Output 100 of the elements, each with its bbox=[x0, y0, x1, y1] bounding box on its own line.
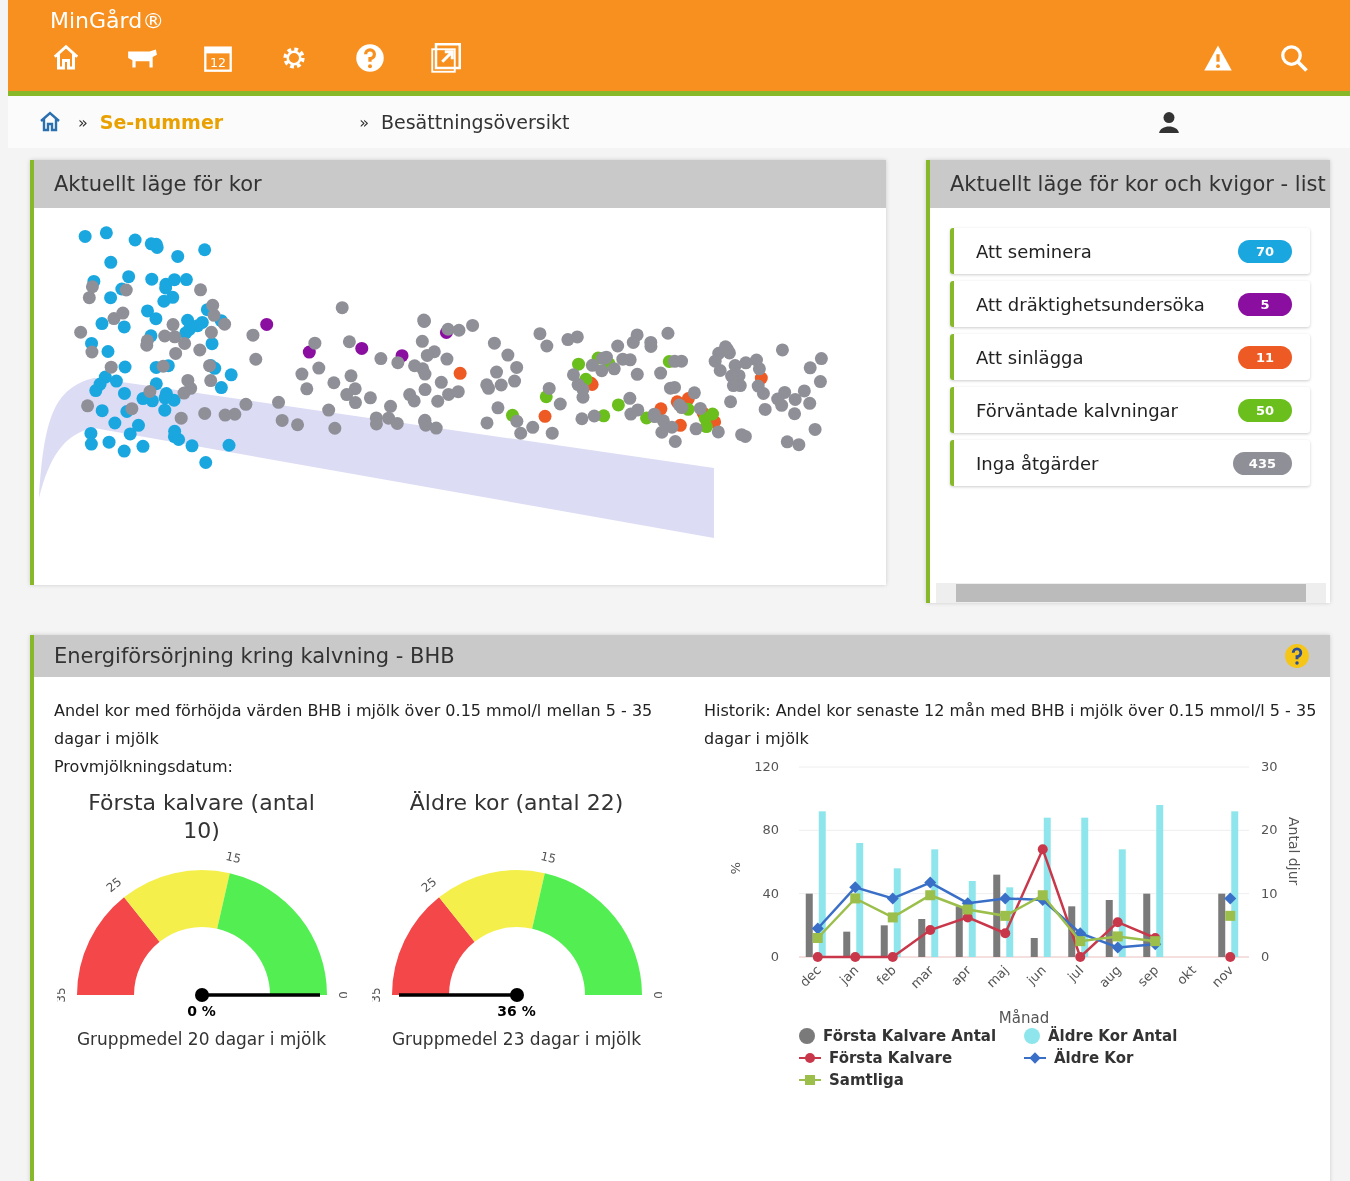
point bbox=[1075, 952, 1086, 962]
point bbox=[1037, 844, 1048, 855]
point bbox=[1000, 928, 1011, 939]
count-badge: 11 bbox=[1238, 345, 1292, 369]
x-tick-label: aug bbox=[1095, 962, 1124, 991]
point bbox=[924, 876, 937, 889]
legend-item[interactable]: Äldre Kor bbox=[1024, 1049, 1224, 1067]
search-icon[interactable] bbox=[1278, 43, 1310, 73]
legend-item[interactable]: Äldre Kor Antal bbox=[1024, 1027, 1224, 1045]
user-icon[interactable] bbox=[1158, 111, 1180, 133]
horizontal-scrollbar[interactable] bbox=[936, 583, 1326, 603]
chart-bar bbox=[1030, 938, 1038, 957]
status-list-item[interactable]: Att seminera 70 bbox=[950, 228, 1310, 274]
point bbox=[999, 892, 1012, 905]
axis-tick-label: 80 bbox=[762, 822, 779, 838]
gauge-scale-label: 25 bbox=[103, 874, 124, 895]
point bbox=[962, 904, 973, 915]
axis-tick-label: 0 bbox=[1261, 949, 1270, 964]
gauge-caption: Gruppmedel 23 dagar i mjölk bbox=[391, 1029, 642, 1049]
gauge-title: Första kalvare (antal 10) bbox=[87, 789, 316, 845]
panel-title: Aktuellt läge för kor och kvigor - list bbox=[930, 160, 1330, 208]
x-tick-label: okt bbox=[1173, 962, 1199, 988]
description-text: Andel kor med förhöjda värden BHB i mjölk över 0.15 mmol/l mellan 5 - 35 dagar i mjölk bbox=[54, 700, 654, 750]
point bbox=[850, 893, 861, 904]
item-label: Förväntade kalvningar bbox=[976, 399, 1178, 421]
breadcrumb-current: Besättningsöversikt bbox=[380, 111, 570, 133]
help-icon[interactable] bbox=[354, 43, 386, 73]
chart-bar bbox=[843, 931, 851, 957]
status-list-item[interactable]: Inga åtgärder 435 bbox=[950, 440, 1310, 486]
point bbox=[850, 952, 861, 962]
gauge-title: Äldre kor (antal 22) bbox=[408, 789, 625, 817]
point bbox=[1111, 941, 1124, 954]
x-tick-label: dec bbox=[796, 962, 824, 990]
panel-title: Aktuellt läge för kor bbox=[34, 160, 886, 208]
point bbox=[1225, 910, 1236, 921]
point bbox=[925, 890, 936, 901]
chart-bar bbox=[1105, 900, 1113, 957]
point bbox=[925, 925, 936, 936]
help-icon[interactable] bbox=[1284, 643, 1310, 669]
panel-title: Energiförsörjning kring kalvning - BHB bbox=[54, 644, 455, 668]
point bbox=[887, 952, 898, 962]
gauge-scale-label: 15 bbox=[223, 849, 242, 867]
chart-title: Historik: Andel kor senaste 12 mån med BHB i mjölk över 0.15 mmol/l 5 - 35 dagar i mjölk bbox=[704, 700, 1318, 750]
status-list-item[interactable]: Att sinlägga 11 bbox=[950, 334, 1310, 380]
point bbox=[812, 933, 823, 943]
point bbox=[1224, 892, 1237, 905]
x-tick-label: sep bbox=[1134, 962, 1162, 990]
x-tick-label: apr bbox=[948, 962, 974, 989]
point bbox=[849, 881, 862, 894]
legend-item[interactable]: Första Kalvare bbox=[799, 1049, 1024, 1067]
home-icon[interactable] bbox=[38, 110, 62, 134]
legend-item[interactable]: Första Kalvare Antal bbox=[799, 1027, 1024, 1045]
x-axis-label: Månad bbox=[998, 1009, 1050, 1027]
x-tick-label: nov bbox=[1208, 962, 1237, 990]
item-label: Att dräktighetsundersöka bbox=[976, 293, 1205, 315]
gauge-scale-label: 25 bbox=[418, 874, 439, 895]
chart-bar bbox=[880, 925, 888, 957]
warning-icon[interactable] bbox=[1202, 43, 1234, 73]
count-badge: 70 bbox=[1238, 239, 1292, 263]
gauge-reading: 0 % bbox=[187, 1003, 216, 1019]
chart-bar bbox=[1143, 893, 1151, 957]
x-tick-label: jul bbox=[1064, 962, 1087, 985]
axis-tick-label: 30 bbox=[1261, 759, 1278, 774]
count-badge: 435 bbox=[1232, 451, 1292, 475]
gauge-caption: Gruppmedel 20 dagar i mjölk bbox=[76, 1029, 327, 1049]
y-axis-label: Antal djur bbox=[1286, 817, 1302, 886]
count-badge: 5 bbox=[1238, 292, 1292, 316]
point bbox=[1225, 952, 1236, 962]
point bbox=[1112, 931, 1123, 942]
breadcrumb-separator: » bbox=[359, 112, 369, 132]
count-badge: 50 bbox=[1238, 398, 1292, 422]
axis-tick-label: 0 bbox=[770, 949, 779, 964]
x-tick-label: jun bbox=[1024, 962, 1049, 988]
point bbox=[1112, 917, 1123, 928]
point bbox=[887, 912, 898, 923]
axis-tick-label: 10 bbox=[1261, 885, 1278, 901]
y-axis-label: % bbox=[728, 862, 743, 875]
point bbox=[1000, 910, 1011, 921]
external-window-icon[interactable] bbox=[430, 43, 462, 73]
point bbox=[1037, 890, 1048, 901]
legend-item[interactable]: Samtliga bbox=[799, 1071, 1024, 1089]
chart-bar bbox=[1068, 906, 1076, 957]
gauge-reading: 36 % bbox=[497, 1003, 536, 1019]
chart-bar bbox=[918, 919, 926, 957]
status-list-item[interactable]: Förväntade kalvningar 50 bbox=[950, 387, 1310, 433]
status-list-item[interactable]: Att dräktighetsundersöka 5 bbox=[950, 281, 1310, 327]
item-label: Att sinlägga bbox=[976, 346, 1084, 368]
chart-bar bbox=[1218, 893, 1226, 957]
x-tick-label: jan bbox=[836, 962, 862, 988]
breadcrumb-separator: » bbox=[78, 112, 88, 132]
item-label: Inga åtgärder bbox=[976, 452, 1099, 474]
point bbox=[812, 952, 823, 962]
item-label: Att seminera bbox=[976, 240, 1092, 262]
gauge-scale-label: 15 bbox=[538, 849, 557, 867]
app-logo: MinGård® bbox=[50, 8, 166, 33]
axis-tick-label: 120 bbox=[754, 759, 779, 774]
point bbox=[886, 892, 899, 905]
x-tick-label: feb bbox=[873, 962, 899, 988]
axis-tick-label: 20 bbox=[1261, 822, 1278, 838]
point bbox=[1075, 936, 1086, 947]
